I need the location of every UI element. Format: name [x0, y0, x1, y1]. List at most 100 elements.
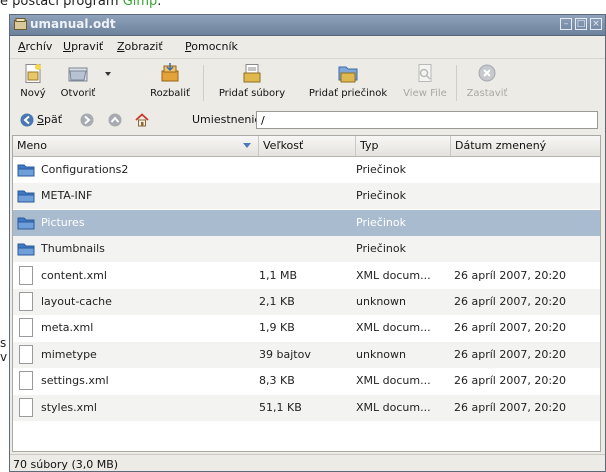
- status-bar: 70 súbory (3,0 MB): [10, 454, 605, 471]
- file-type: XML docum...: [356, 374, 431, 388]
- file-size: 1,9 KB: [259, 321, 295, 335]
- add-files-button[interactable]: Pridať súbory: [208, 60, 296, 104]
- folder-icon: [17, 243, 35, 256]
- background-caption-end: .: [157, 0, 162, 9]
- file-date: 26 apríl 2007, 20:20: [454, 374, 567, 388]
- location-label: Umiestnenie:: [192, 113, 265, 126]
- sort-down-icon: [243, 143, 251, 148]
- file-name: layout-cache: [41, 295, 112, 308]
- file-type: XML docum...: [356, 400, 431, 414]
- file-row[interactable]: layout-cache 2,1 KB unknown 26 apríl 2007, …: [13, 289, 600, 315]
- file-row[interactable]: mimetype 39 bajtov unknown 26 apríl 2007, 2…: [13, 341, 600, 368]
- file-size: [259, 210, 354, 236]
- file-row[interactable]: settings.xml 8,3 KB XML docum... 26 apríl 2…: [13, 368, 600, 394]
- new-button[interactable]: Nový: [14, 60, 52, 104]
- window-title: umanual.odt: [30, 17, 116, 31]
- up-icon[interactable]: [108, 113, 122, 127]
- file-size: 1,1 MB: [259, 268, 298, 282]
- file-row[interactable]: meta.xml 1,9 KB XML docum... 26 apríl 2007,…: [13, 315, 600, 341]
- file-date: [454, 183, 599, 209]
- location-bar: Späť Umiestnenie:: [10, 107, 605, 133]
- toolbar-separator: [456, 65, 457, 101]
- file-name: content.xml: [41, 268, 107, 282]
- archive-icon: [14, 18, 27, 30]
- file-row[interactable]: content.xml 1,1 MB XML docum... 26 apríl 20…: [13, 263, 600, 289]
- column-size-header[interactable]: Veľkosť: [259, 136, 356, 156]
- file-size: 39 bajtov: [259, 347, 311, 361]
- file-date: [454, 157, 599, 183]
- column-name-header[interactable]: Meno: [13, 136, 259, 156]
- background-caption: e postačí program Gimp.: [0, 0, 606, 12]
- file-name: Pictures: [41, 215, 85, 229]
- file-size: 8,3 KB: [259, 374, 295, 388]
- file-type: Priečinok: [356, 163, 406, 176]
- file-type: Priečinok: [356, 215, 406, 229]
- toolbar: Nový Otvoriť Rozbaliť Pridať súbory Prid…: [10, 58, 605, 108]
- folder-icon: [17, 217, 35, 230]
- file-type: XML docum...: [356, 268, 431, 282]
- file-name: meta.xml: [41, 321, 94, 335]
- file-date: 26 apríl 2007, 20:20: [454, 347, 567, 361]
- minimize-icon[interactable]: –: [560, 18, 572, 30]
- location-input[interactable]: [256, 111, 598, 129]
- add-files-icon: [243, 64, 261, 83]
- file-list: Meno Veľkosť Typ Dátum zmenený Configura…: [12, 135, 601, 452]
- background-caption-text: e postačí program: [0, 0, 123, 9]
- file-type: Priečinok: [356, 189, 406, 203]
- stop-icon: [478, 64, 496, 82]
- open-button[interactable]: Otvoriť: [54, 60, 102, 104]
- file-name: META-INF: [41, 189, 93, 203]
- file-row[interactable]: Thumbnails Priečinok: [13, 236, 600, 263]
- file-icon: [19, 292, 33, 311]
- extract-button[interactable]: Rozbaliť: [143, 60, 197, 104]
- file-size: [259, 157, 354, 183]
- file-name: mimetype: [41, 347, 97, 361]
- menu-bar: Archív Upraviť Zobraziť Pomocník: [10, 36, 605, 57]
- file-name: settings.xml: [41, 374, 109, 388]
- archive-manager-window: umanual.odt – □ × Archív Upraviť Zobrazi…: [9, 14, 606, 472]
- file-row[interactable]: META-INF Priečinok: [13, 183, 600, 210]
- maximize-icon[interactable]: □: [575, 18, 587, 30]
- menu-help[interactable]: Pomocník: [185, 40, 238, 53]
- file-icon: [19, 344, 33, 364]
- file-type: unknown: [356, 347, 406, 361]
- close-icon[interactable]: ×: [590, 18, 602, 30]
- column-type-header[interactable]: Typ: [356, 136, 451, 156]
- back-arrow-icon[interactable]: [20, 113, 34, 127]
- file-icon: [19, 371, 33, 391]
- file-row[interactable]: Configurations2 Priečinok: [13, 157, 600, 183]
- home-icon[interactable]: [135, 113, 149, 127]
- column-date-header[interactable]: Dátum zmenený: [451, 136, 600, 156]
- file-date: 26 apríl 2007, 20:20: [454, 321, 567, 335]
- toolbar-separator: [203, 65, 204, 101]
- add-folder-button[interactable]: Pridať priečinok: [298, 60, 398, 104]
- file-type: XML docum...: [356, 321, 431, 335]
- file-size: 2,1 KB: [259, 295, 295, 308]
- file-date: 26 apríl 2007, 20:20: [454, 400, 567, 414]
- file-name: styles.xml: [41, 400, 97, 414]
- chevron-down-icon: [105, 72, 111, 76]
- gimp-link[interactable]: Gimp: [123, 0, 158, 9]
- file-row[interactable]: Pictures Priečinok: [13, 209, 600, 236]
- file-date: 26 apríl 2007, 20:20: [454, 268, 567, 282]
- forward-icon[interactable]: [80, 113, 94, 127]
- add-folder-icon: [338, 66, 358, 83]
- view-file-button[interactable]: View File: [398, 60, 452, 104]
- file-icon: [19, 265, 33, 285]
- extract-icon: [161, 63, 179, 82]
- file-size: [259, 236, 354, 262]
- menu-view[interactable]: Zobraziť: [117, 40, 163, 53]
- menu-archive[interactable]: Archív: [18, 40, 52, 53]
- menu-edit[interactable]: Upraviť: [63, 40, 103, 53]
- file-date: [454, 210, 599, 236]
- file-icon: [19, 397, 33, 417]
- title-bar[interactable]: umanual.odt – □ ×: [10, 15, 605, 36]
- back-button[interactable]: Späť: [37, 113, 62, 126]
- file-row[interactable]: styles.xml 51,1 KB XML docum... 26 apríl 20…: [13, 394, 600, 421]
- file-size: [259, 183, 354, 209]
- file-date: 26 apríl 2007, 20:20: [454, 295, 567, 308]
- open-dropdown-button[interactable]: [102, 60, 114, 104]
- file-size: 51,1 KB: [259, 400, 302, 414]
- stop-button[interactable]: Zastaviť: [460, 60, 514, 104]
- status-text: 70 súbory (3,0 MB): [13, 458, 119, 471]
